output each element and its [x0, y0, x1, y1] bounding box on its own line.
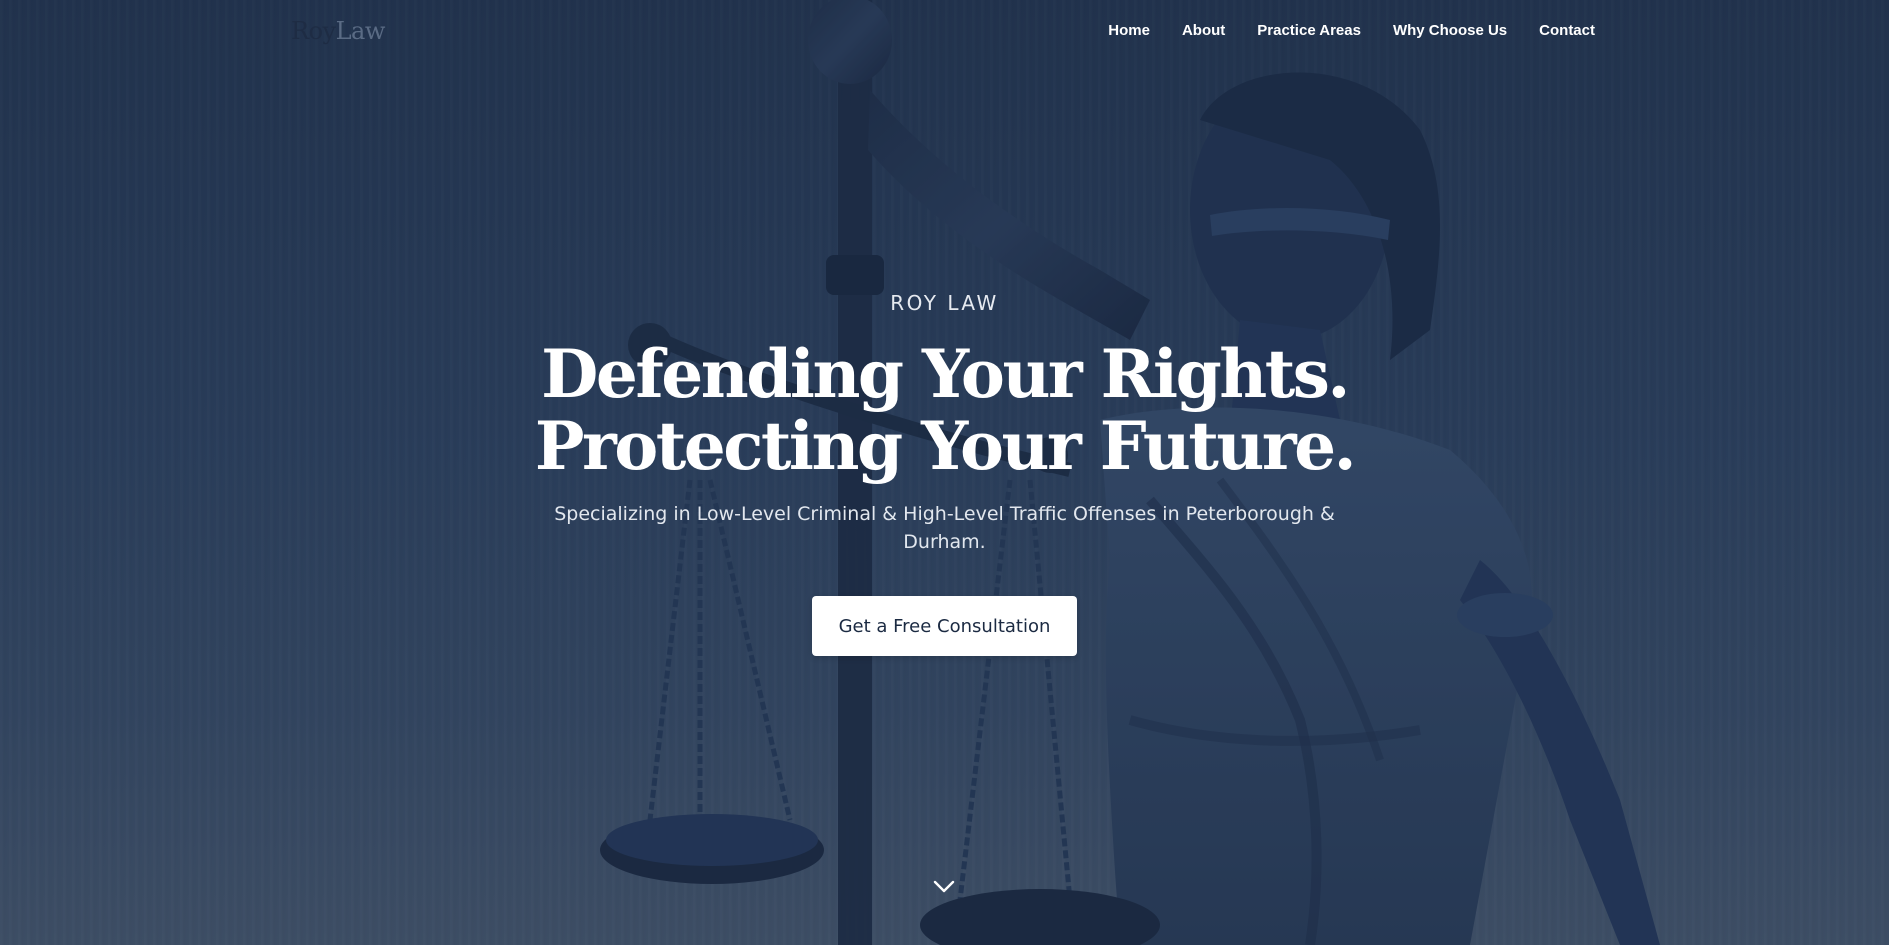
- nav-link-contact[interactable]: Contact: [1539, 22, 1595, 39]
- top-navigation: RoyLaw Home About Practice Areas Why Cho…: [0, 0, 1889, 64]
- logo-law: Law: [335, 17, 386, 45]
- hero-subtitle: Specializing in Low-Level Criminal & Hig…: [554, 503, 1335, 553]
- nav-link-home[interactable]: Home: [1108, 22, 1150, 39]
- site-logo[interactable]: RoyLaw: [291, 17, 385, 45]
- free-consultation-button[interactable]: Get a Free Consultation: [812, 596, 1077, 656]
- nav-link-why-choose-us[interactable]: Why Choose Us: [1393, 22, 1507, 39]
- hero-content: ROY LAW Defending Your Rights. Protectin…: [0, 288, 1889, 656]
- nav-link-about[interactable]: About: [1182, 22, 1225, 39]
- nav-link-practice-areas[interactable]: Practice Areas: [1257, 22, 1361, 39]
- hero-headline-line-1: Defending Your Rights.: [541, 335, 1350, 413]
- chevron-down-icon[interactable]: [932, 878, 956, 896]
- hero-headline-line-2: Protecting Your Future.: [534, 407, 1357, 485]
- hero-eyebrow: ROY LAW: [890, 291, 999, 315]
- nav-links: Home About Practice Areas Why Choose Us …: [1108, 22, 1595, 39]
- logo-roy: Roy: [291, 17, 336, 45]
- hero-headline: Defending Your Rights. Protecting Your F…: [0, 338, 1889, 482]
- hero-section: RoyLaw Home About Practice Areas Why Cho…: [0, 0, 1889, 945]
